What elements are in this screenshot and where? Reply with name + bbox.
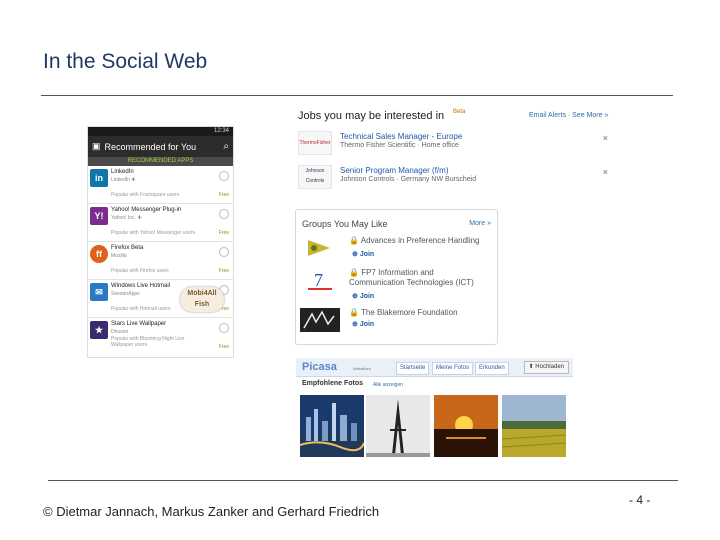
picasa-toolbar: Picasa Webalben Startseite Meine Fotos E… <box>296 358 573 377</box>
app-name: Windows Live Hotmail <box>111 283 171 289</box>
photo-sunset[interactable] <box>434 395 498 457</box>
market-icon[interactable]: ▣ <box>92 141 101 152</box>
app-name: LinkedIn <box>111 169 134 175</box>
job-item[interactable]: ThermoFisher Technical Sales Manager - E… <box>298 131 618 155</box>
svg-text:7: 7 <box>314 270 323 290</box>
app-publisher: Dhuson <box>111 329 129 335</box>
yahoo-messenger-icon: Y! <box>90 207 108 225</box>
dismiss-icon[interactable] <box>219 323 229 333</box>
app-popularity-cont: Wallpaper users <box>111 342 147 348</box>
app-row[interactable]: ff Firefox Beta Mozilla Popular with Fir… <box>88 242 233 280</box>
firefox-icon: ff <box>90 245 108 263</box>
app-popularity: Popular with Firefox users <box>111 268 169 274</box>
group-name: 🔒 FP7 Information and Communication Tech… <box>349 268 474 287</box>
app-list: in LinkedIn LinkedIn ✚ Popular with Four… <box>88 166 233 355</box>
status-bar: 12:34 <box>88 127 233 136</box>
jobs-links[interactable]: Email Alerts · See More » <box>529 112 608 119</box>
recommended-apps-label: RECOMMENDED APPS <box>88 157 233 166</box>
linkedin-icon: in <box>90 169 108 187</box>
app-row[interactable]: ★ Stars Live Wallpaper Dhuson Popular wi… <box>88 318 233 355</box>
app-name: Firefox Beta <box>111 245 144 251</box>
groups-panel: Groups You May Like More » 🔒 Advances in… <box>295 209 498 345</box>
page-number: - 4 - <box>629 493 651 507</box>
mobi4all-badge: Mobi4All Fish <box>180 287 224 312</box>
job-item[interactable]: Johnson Controls Senior Program Manager … <box>298 165 618 189</box>
dismiss-icon[interactable] <box>219 247 229 257</box>
join-button[interactable]: ⊕ Join <box>352 320 374 328</box>
close-icon[interactable]: × <box>603 133 608 143</box>
job-company: Johnson Controls · Germany NW Burscheid <box>340 176 477 183</box>
stars-wallpaper-icon: ★ <box>90 321 108 339</box>
tab-startseite[interactable]: Startseite <box>396 362 430 375</box>
footer-copyright: © Dietmar Jannach, Markus Zanker and Ger… <box>43 504 380 519</box>
beta-label: Beta <box>453 109 466 115</box>
group-logo <box>308 240 330 256</box>
app-price: Free <box>218 192 229 198</box>
join-button[interactable]: ⊕ Join <box>352 250 374 258</box>
app-price: Free <box>218 230 229 236</box>
photo-city-skyline[interactable] <box>300 395 364 457</box>
join-button[interactable]: ⊕ Join <box>352 292 374 300</box>
jobs-title: Jobs you may be interested in <box>298 110 445 122</box>
upload-button[interactable]: ⬆ Hochladen <box>523 361 569 374</box>
app-publisher: Mozilla <box>111 253 127 259</box>
group-name: 🔒 Advances in Preference Handling <box>349 236 480 245</box>
job-title[interactable]: Senior Program Manager (f/m) <box>340 166 448 175</box>
job-title[interactable]: Technical Sales Manager - Europe <box>340 132 462 141</box>
job-company: Thermo Fisher Scientific · Home office <box>340 142 459 149</box>
app-publisher: Yahoo! Inc. ✚ <box>111 215 142 221</box>
section-title: Empfohlene Fotos <box>302 380 364 387</box>
app-name: Stars Live Wallpaper <box>111 321 167 327</box>
group-logo: 7 <box>308 270 332 290</box>
dismiss-icon[interactable] <box>219 209 229 219</box>
app-name: Yahoo! Messenger Plug-in <box>111 207 182 213</box>
hotmail-icon: ✉ <box>90 283 108 301</box>
photo-eiffel-tower[interactable] <box>366 395 430 457</box>
groups-title: Groups You May Like <box>302 219 388 229</box>
app-row[interactable]: Y! Yahoo! Messenger Plug-in Yahoo! Inc. … <box>88 204 233 242</box>
app-publisher: LinkedIn ✚ <box>111 177 136 183</box>
picasa-logo[interactable]: Picasa <box>302 361 337 373</box>
show-all-link[interactable]: Alle anzeigen <box>373 382 403 388</box>
app-price: Free <box>218 344 229 350</box>
photo-field[interactable] <box>502 395 566 457</box>
top-divider <box>41 95 673 96</box>
close-icon[interactable]: × <box>603 167 608 177</box>
android-market-screenshot: 12:34 ▣ Recommended for You ⌕ RECOMMENDE… <box>88 127 233 357</box>
groups-more-link[interactable]: More » <box>469 220 491 227</box>
group-logo <box>300 308 340 332</box>
app-popularity: Popular with Foursquare users <box>111 192 180 198</box>
company-logo: Johnson Controls <box>298 165 332 189</box>
search-icon[interactable]: ⌕ <box>223 141 229 152</box>
group-name: 🔒 The Blakemore Foundation <box>349 308 458 317</box>
company-logo: ThermoFisher <box>298 131 332 155</box>
picasa-logo-sub: Webalben <box>353 366 371 371</box>
tab-erkunden[interactable]: Erkunden <box>475 362 509 375</box>
app-price: Free <box>218 268 229 274</box>
phone-header-title: Recommended for You <box>104 141 197 152</box>
jobs-panel: Jobs you may be interested in Beta Email… <box>296 103 626 203</box>
picasa-panel: Picasa Webalben Startseite Meine Fotos E… <box>296 358 573 458</box>
app-publisher: SeesterApps <box>111 291 140 297</box>
app-popularity: Popular with Yahoo! Messenger users <box>111 230 196 236</box>
phone-header: ▣ Recommended for You ⌕ <box>88 136 233 157</box>
dismiss-icon[interactable] <box>219 171 229 181</box>
slide-title: In the Social Web <box>43 50 208 73</box>
bottom-divider <box>48 480 678 481</box>
app-row[interactable]: in LinkedIn LinkedIn ✚ Popular with Four… <box>88 166 233 204</box>
app-popularity: Popular with Hotmail users <box>111 306 171 312</box>
tab-meine-fotos[interactable]: Meine Fotos <box>432 362 474 375</box>
